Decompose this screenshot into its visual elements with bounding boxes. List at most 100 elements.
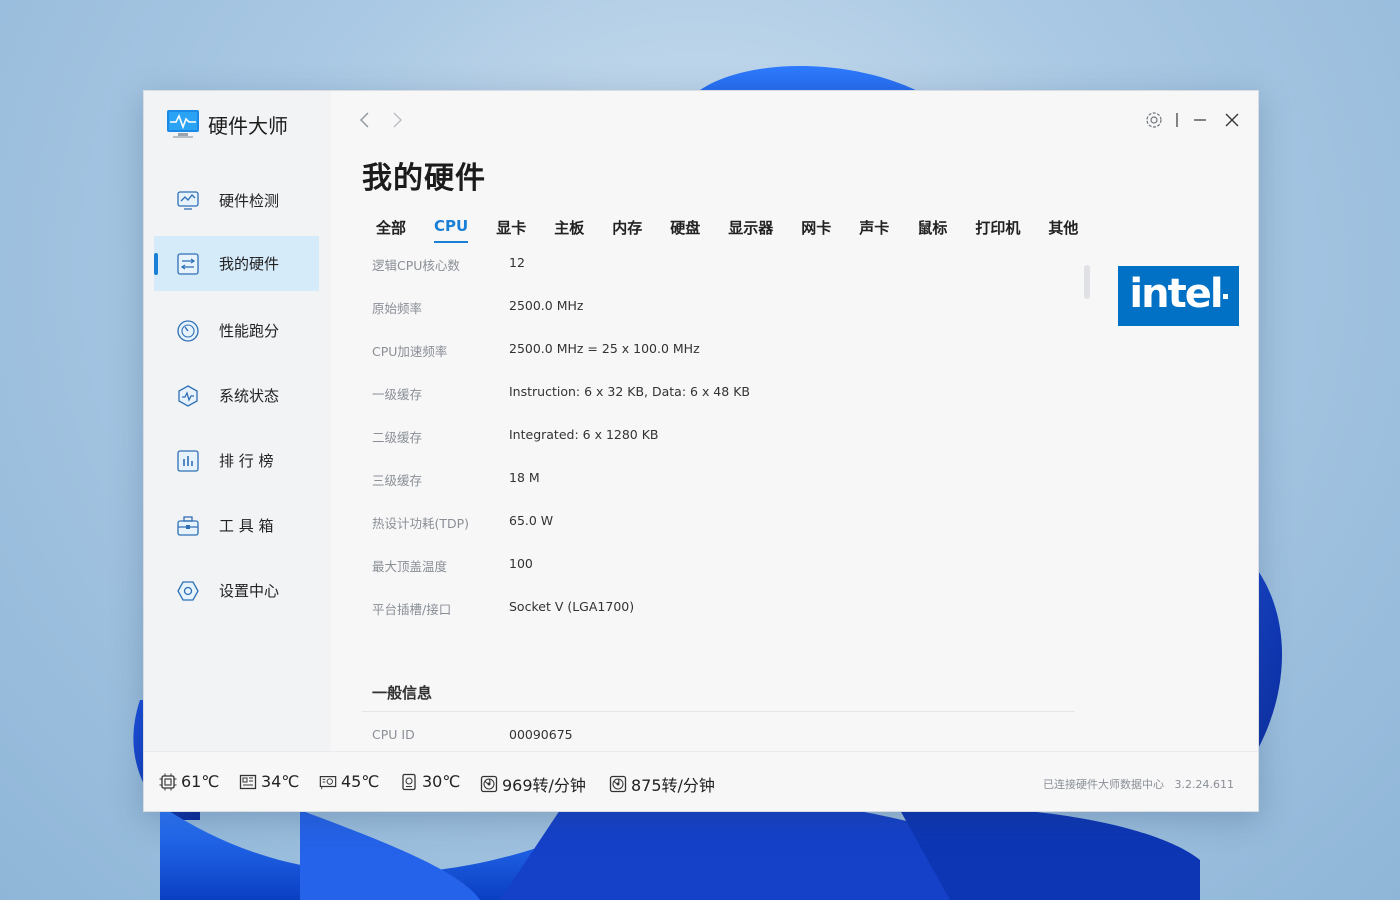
fan-icon bbox=[609, 775, 627, 793]
pulse-hexagon-icon bbox=[176, 384, 200, 408]
spec-key: 热设计功耗(TDP) bbox=[372, 516, 470, 531]
toolbox-icon bbox=[176, 514, 200, 538]
hardware-list-icon bbox=[176, 252, 200, 276]
tab-motherboard[interactable]: 主板 bbox=[540, 217, 598, 243]
connection-text: 已连接硬件大师数据中心 bbox=[1043, 778, 1165, 791]
spec-row: 热设计功耗(TDP) 65.0 W bbox=[372, 511, 1072, 554]
sidebar-item-hardware-detect[interactable]: 硬件检测 bbox=[154, 173, 319, 228]
gpu-card-icon bbox=[319, 773, 337, 791]
status-value: 30℃ bbox=[422, 772, 461, 791]
settings-gear-icon[interactable] bbox=[1143, 109, 1165, 131]
main-panel: 我的硬件 全部 CPU 显卡 主板 内存 硬盘 显示器 网卡 声卡 鼠标 打印机… bbox=[331, 91, 1258, 751]
motherboard-icon bbox=[239, 773, 257, 791]
spec-value: 65.0 W bbox=[509, 513, 554, 528]
titlebar-divider bbox=[1173, 109, 1181, 131]
app-title: 硬件大师 bbox=[208, 113, 288, 138]
fan-icon bbox=[480, 775, 498, 793]
disk-temp-status: 30℃ bbox=[400, 772, 460, 791]
spec-row: 最大顶盖温度 100 bbox=[372, 554, 1072, 597]
sidebar-item-settings[interactable]: 设置中心 bbox=[154, 563, 319, 618]
spec-key: 逻辑CPU核心数 bbox=[372, 258, 460, 273]
spec-value: Integrated: 6 x 1280 KB bbox=[509, 427, 659, 442]
spec-value: Instruction: 6 x 32 KB, Data: 6 x 48 KB bbox=[509, 384, 750, 399]
tab-mouse[interactable]: 鼠标 bbox=[903, 217, 961, 243]
spec-key: 二级缓存 bbox=[372, 430, 423, 445]
status-value: 61℃ bbox=[181, 772, 220, 791]
sidebar-item-label: 我的硬件 bbox=[219, 255, 280, 273]
tab-disk[interactable]: 硬盘 bbox=[656, 217, 714, 243]
sidebar-item-label: 设置中心 bbox=[219, 582, 280, 600]
chart-monitor-icon bbox=[176, 189, 200, 213]
app-window: 硬件大师 硬件检测 我的硬件 性能跑分 系统状态 排 行 榜 工 具 箱 设置中… bbox=[143, 90, 1259, 812]
spec-key: 最大顶盖温度 bbox=[372, 559, 448, 574]
gpu-temp-status: 45℃ bbox=[319, 772, 379, 791]
spec-row: 三级缓存 18 M bbox=[372, 468, 1072, 511]
tab-network[interactable]: 网卡 bbox=[787, 217, 845, 243]
status-value: 969转/分钟 bbox=[502, 776, 586, 795]
sidebar-item-label: 工 具 箱 bbox=[219, 517, 274, 535]
spec-key: CPU加速频率 bbox=[372, 344, 448, 359]
scrollbar-thumb[interactable] bbox=[1084, 265, 1090, 299]
minimize-icon[interactable] bbox=[1189, 109, 1211, 131]
sidebar-item-ranking[interactable]: 排 行 榜 bbox=[154, 433, 319, 488]
bar-chart-icon bbox=[176, 449, 200, 473]
tab-all[interactable]: 全部 bbox=[362, 217, 420, 243]
sidebar-item-label: 排 行 榜 bbox=[219, 452, 274, 470]
motherboard-temp-status: 34℃ bbox=[239, 772, 299, 791]
hardware-tabs: 全部 CPU 显卡 主板 内存 硬盘 显示器 网卡 声卡 鼠标 打印机 其他 bbox=[362, 217, 1092, 243]
spec-value: 2500.0 MHz bbox=[509, 298, 584, 313]
disk-drive-icon bbox=[400, 773, 418, 791]
sidebar: 硬件大师 硬件检测 我的硬件 性能跑分 系统状态 排 行 榜 工 具 箱 设置中… bbox=[144, 91, 331, 751]
tab-printer[interactable]: 打印机 bbox=[961, 217, 1034, 243]
status-bar: 61℃ 34℃ 45℃ 30℃ 969转/分钟 875转/分钟 已连接硬件大师数… bbox=[144, 751, 1258, 811]
speedometer-icon bbox=[176, 319, 200, 343]
cpu-temp-status: 61℃ bbox=[159, 772, 219, 791]
spec-key: 一级缓存 bbox=[372, 387, 423, 402]
sidebar-item-benchmark[interactable]: 性能跑分 bbox=[154, 303, 319, 358]
spec-row: 逻辑CPU核心数 12 bbox=[372, 253, 1072, 296]
spec-row: 二级缓存 Integrated: 6 x 1280 KB bbox=[372, 425, 1072, 468]
connection-status: 已连接硬件大师数据中心 3.2.24.611 bbox=[1043, 776, 1234, 792]
sidebar-item-system-status[interactable]: 系统状态 bbox=[154, 368, 319, 423]
sidebar-item-toolbox[interactable]: 工 具 箱 bbox=[154, 498, 319, 553]
back-arrow-icon[interactable] bbox=[357, 109, 373, 131]
general-info-title: 一般信息 bbox=[372, 684, 433, 702]
page-title: 我的硬件 bbox=[362, 161, 486, 196]
status-value: 34℃ bbox=[261, 772, 300, 791]
status-value: 875转/分钟 bbox=[631, 776, 715, 795]
spec-key: 平台插槽/接口 bbox=[372, 602, 452, 617]
spec-value: 00090675 bbox=[509, 727, 573, 742]
spec-key: CPU ID bbox=[372, 727, 415, 742]
cpu-chip-icon bbox=[159, 773, 177, 791]
spec-key: 三级缓存 bbox=[372, 473, 423, 488]
brand-dot bbox=[1222, 293, 1228, 299]
app-logo-icon bbox=[167, 110, 199, 138]
tab-cpu[interactable]: CPU bbox=[420, 217, 482, 243]
app-logo: 硬件大师 bbox=[166, 107, 288, 141]
section-divider bbox=[362, 711, 1075, 712]
version-text: 3.2.24.611 bbox=[1174, 778, 1234, 791]
status-value: 45℃ bbox=[341, 772, 380, 791]
tab-sound[interactable]: 声卡 bbox=[845, 217, 903, 243]
spec-value: 12 bbox=[509, 255, 525, 270]
spec-row: 原始频率 2500.0 MHz bbox=[372, 296, 1072, 339]
sidebar-item-my-hardware[interactable]: 我的硬件 bbox=[154, 236, 319, 291]
sidebar-item-label: 硬件检测 bbox=[219, 192, 280, 210]
fan1-speed-status: 969转/分钟 bbox=[480, 772, 586, 796]
close-icon[interactable] bbox=[1221, 109, 1243, 131]
cpu-spec-list: 逻辑CPU核心数 12 原始频率 2500.0 MHz CPU加速频率 2500… bbox=[372, 253, 1072, 640]
spec-row: 平台插槽/接口 Socket V (LGA1700) bbox=[372, 597, 1072, 640]
fan2-speed-status: 875转/分钟 bbox=[609, 772, 715, 796]
spec-value: Socket V (LGA1700) bbox=[509, 599, 635, 614]
spec-row: CPU加速频率 2500.0 MHz = 25 x 100.0 MHz bbox=[372, 339, 1072, 382]
tab-monitor[interactable]: 显示器 bbox=[714, 217, 787, 243]
forward-arrow-icon[interactable] bbox=[389, 109, 405, 131]
spec-key: 原始频率 bbox=[372, 301, 423, 316]
tab-memory[interactable]: 内存 bbox=[598, 217, 656, 243]
tab-gpu[interactable]: 显卡 bbox=[482, 217, 540, 243]
spec-value: 2500.0 MHz = 25 x 100.0 MHz bbox=[509, 341, 700, 356]
intel-logo: intel bbox=[1118, 266, 1239, 326]
tab-other[interactable]: 其他 bbox=[1034, 217, 1092, 243]
sidebar-item-label: 系统状态 bbox=[219, 387, 280, 405]
spec-value: 18 M bbox=[509, 470, 540, 485]
